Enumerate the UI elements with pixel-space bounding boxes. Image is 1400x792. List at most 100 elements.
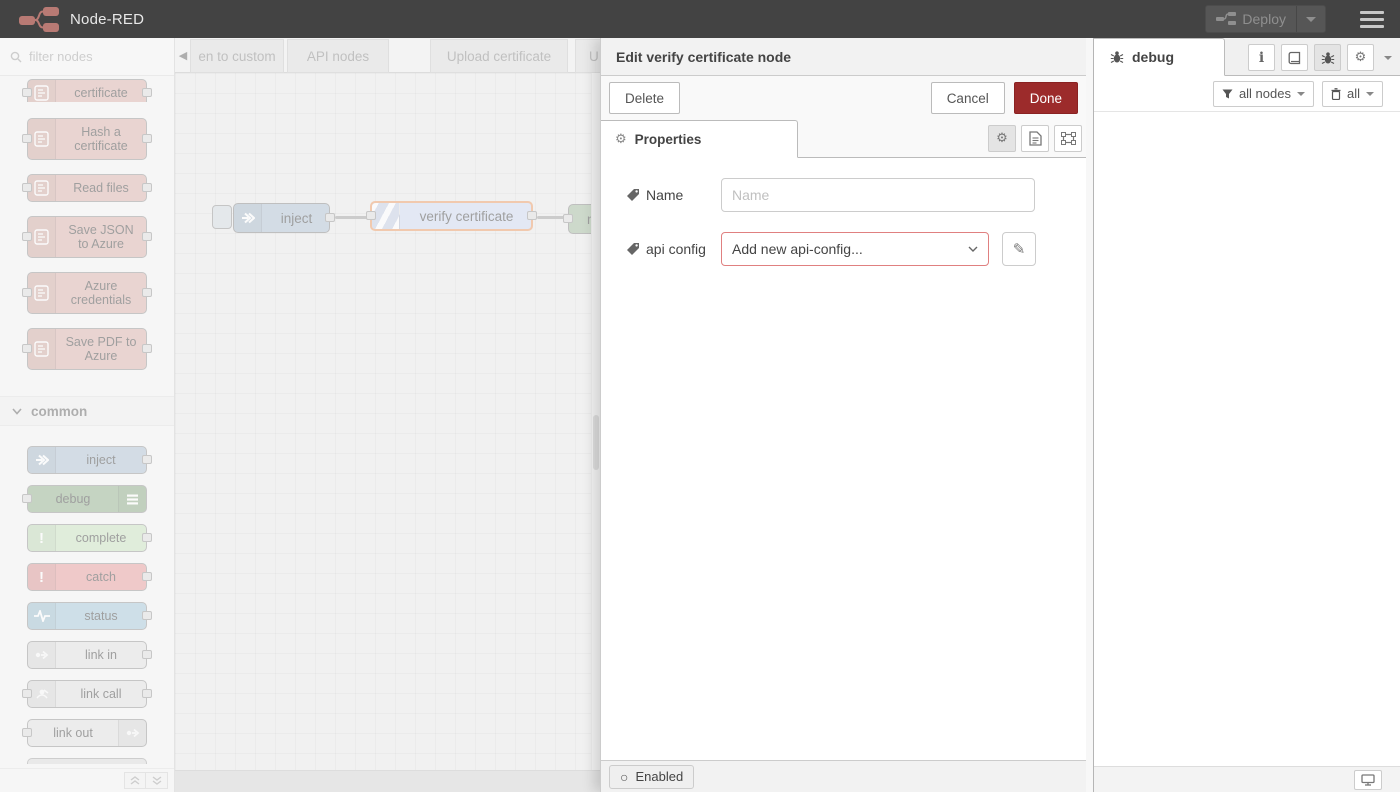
edit-config-button[interactable]: ✎ <box>1002 232 1036 266</box>
tab-upload-certificate[interactable]: Upload certificate <box>430 39 568 73</box>
tab-api-nodes[interactable]: API nodes <box>287 39 389 73</box>
palette-category-common[interactable]: common <box>0 396 174 426</box>
palette-node-save-pdf-to-azure[interactable]: Save PDF to Azure <box>27 328 147 370</box>
input-port[interactable] <box>22 88 32 97</box>
debug-clear-button[interactable]: all <box>1322 81 1383 107</box>
output-port[interactable] <box>142 533 152 542</box>
double-chevron-up-icon <box>130 776 140 785</box>
palette-node-hash-a-certificate[interactable]: Hash a certificate <box>27 118 147 160</box>
node-appearance-button[interactable] <box>1054 125 1082 152</box>
collapse-all-button[interactable] <box>124 772 146 789</box>
filter-icon <box>1222 89 1233 99</box>
output-port[interactable] <box>142 572 152 581</box>
caret-down-icon <box>1366 92 1374 96</box>
tab-clipped[interactable]: U <box>575 39 600 73</box>
sidebar-config-button[interactable]: ⚙ <box>1347 44 1374 71</box>
inject-trigger-button[interactable] <box>212 205 232 229</box>
palette-node-link-call[interactable]: link call <box>27 680 147 708</box>
output-port[interactable] <box>142 134 152 143</box>
debug-filter-button[interactable]: all nodes <box>1213 81 1314 107</box>
tab-scroll-left-button[interactable]: ◀ <box>175 38 191 72</box>
file-template-icon <box>28 80 56 102</box>
flow-workspace[interactable]: ◀ en to custom API nodes Upload certific… <box>175 38 600 792</box>
palette-search[interactable]: filter nodes <box>0 38 174 76</box>
sidebar-help-button[interactable] <box>1281 44 1308 71</box>
palette-node-read-files[interactable]: Read files <box>27 174 147 202</box>
input-port[interactable] <box>563 214 573 223</box>
done-button[interactable]: Done <box>1014 82 1078 114</box>
palette-node-save-json-to-azure[interactable]: Save JSON to Azure <box>27 216 147 258</box>
node-settings-button[interactable]: ⚙ <box>988 125 1016 152</box>
output-port[interactable] <box>142 288 152 297</box>
output-port[interactable] <box>142 689 152 698</box>
tab-properties[interactable]: ⚙ Properties <box>601 120 798 158</box>
sidebar-info-button[interactable]: i <box>1248 44 1275 71</box>
input-port[interactable] <box>22 689 32 698</box>
input-port[interactable] <box>22 728 32 737</box>
main-menu-button[interactable] <box>1360 7 1384 32</box>
tray-toolbar: Delete Cancel Done <box>601 76 1086 120</box>
caret-down-icon <box>1297 92 1305 96</box>
input-port[interactable] <box>22 288 32 297</box>
palette-node-list[interactable]: certificate Hash a certificate Read file… <box>0 76 174 768</box>
palette-node-catch[interactable]: ! catch <box>27 563 147 591</box>
scrollbar-thumb[interactable] <box>593 415 599 470</box>
palette-node-link-in[interactable]: link in <box>27 641 147 669</box>
output-port[interactable] <box>527 211 537 220</box>
book-icon <box>1288 51 1302 65</box>
caret-down-icon <box>1306 17 1316 22</box>
input-port[interactable] <box>22 494 32 503</box>
wire[interactable] <box>335 216 367 219</box>
palette-node-debug[interactable]: debug <box>27 485 147 513</box>
output-port[interactable] <box>142 650 152 659</box>
sidebar-debug-button[interactable] <box>1314 44 1341 71</box>
output-port[interactable] <box>142 611 152 620</box>
enabled-toggle[interactable]: ○ Enabled <box>609 765 694 789</box>
input-port[interactable] <box>22 344 32 353</box>
flow-node-verify-certificate[interactable]: verify certificate <box>370 201 533 231</box>
deploy-button[interactable]: Deploy <box>1205 5 1326 33</box>
output-port[interactable] <box>142 232 152 241</box>
delete-button[interactable]: Delete <box>609 82 680 114</box>
expand-all-button[interactable] <box>146 772 168 789</box>
link-call-icon <box>28 681 56 707</box>
app-header: Node-RED Deploy <box>0 0 1400 38</box>
output-port[interactable] <box>142 183 152 192</box>
flow-canvas[interactable]: inject verify certificate n <box>175 73 600 770</box>
palette-node-azure-credentials[interactable]: Azure credentials <box>27 272 147 314</box>
palette-node-complete[interactable]: ! complete <box>27 524 147 552</box>
workspace-vertical-scrollbar[interactable] <box>591 73 600 770</box>
flow-node-inject[interactable]: inject <box>233 203 330 233</box>
sidebar-resize-handle[interactable] <box>1086 38 1094 792</box>
name-input[interactable] <box>721 178 1035 212</box>
cancel-button[interactable]: Cancel <box>931 82 1005 114</box>
palette-node-partial[interactable] <box>27 758 147 764</box>
palette-node-inject[interactable]: inject <box>27 446 147 474</box>
input-port[interactable] <box>366 211 376 220</box>
wire[interactable] <box>537 216 566 219</box>
api-config-select[interactable]: Add new api-config... <box>721 232 989 266</box>
tag-icon <box>626 242 640 256</box>
workspace-tabbar: ◀ en to custom API nodes Upload certific… <box>175 38 600 73</box>
exclamation-icon: ! <box>28 525 56 551</box>
node-description-button[interactable] <box>1021 125 1049 152</box>
output-port[interactable] <box>325 213 335 222</box>
output-port[interactable] <box>142 88 152 97</box>
name-field-row: Name <box>626 178 1061 212</box>
workspace-horizontal-scrollbar[interactable] <box>175 770 600 792</box>
palette-node-status[interactable]: status <box>27 602 147 630</box>
sidebar-more-tabs-button[interactable] <box>1384 56 1392 60</box>
tray-form: Name api config Add new api-config... ✎ <box>601 158 1086 760</box>
input-port[interactable] <box>22 183 32 192</box>
input-port[interactable] <box>22 134 32 143</box>
open-debug-window-button[interactable] <box>1354 770 1382 790</box>
output-port[interactable] <box>142 344 152 353</box>
sidebar-tab-debug[interactable]: debug <box>1094 38 1225 76</box>
palette-node-link-out[interactable]: link out <box>27 719 147 747</box>
palette-node-certificate[interactable]: certificate <box>27 79 147 102</box>
tab-en-to-custom[interactable]: en to custom <box>190 39 284 73</box>
output-port[interactable] <box>142 455 152 464</box>
deploy-options-button[interactable] <box>1296 6 1325 32</box>
input-port[interactable] <box>22 232 32 241</box>
debug-messages-panel[interactable] <box>1094 112 1400 766</box>
